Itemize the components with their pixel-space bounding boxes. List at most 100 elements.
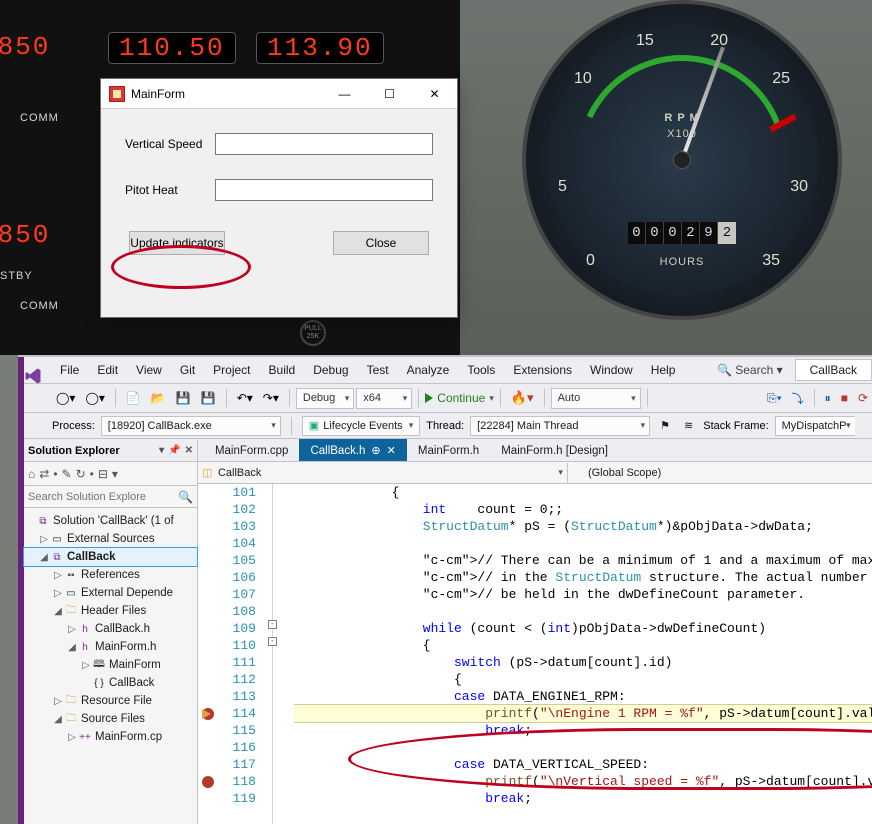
tree-references[interactable]: ▷▪▪References	[24, 566, 197, 584]
solution-search-input[interactable]	[24, 491, 174, 503]
save-icon[interactable]: 💾	[172, 389, 195, 407]
update-indicators-button[interactable]: Update indicators	[129, 231, 225, 255]
editor-tabstrip: MainForm.cpp CallBack.h⊕✕ MainForm.h Mai…	[198, 440, 872, 462]
process-label: Process:	[52, 420, 95, 432]
undo-icon[interactable]: ↶▾	[233, 389, 257, 407]
menu-project[interactable]: Project	[205, 360, 258, 380]
stackframe-dropdown[interactable]: MyDispatchP	[775, 416, 855, 436]
lifecycle-events-dropdown[interactable]: ▣Lifecycle Events	[302, 416, 420, 436]
nav-scope-dropdown[interactable]: (Global Scope)	[568, 463, 872, 483]
tree-mainform-h[interactable]: ◢hMainForm.h	[24, 638, 197, 656]
tree-project-callback[interactable]: ◢⧉CallBack	[24, 548, 197, 566]
menu-file[interactable]: File	[52, 360, 87, 380]
odo-0: 0	[628, 222, 646, 244]
menu-debug[interactable]: Debug	[305, 360, 356, 380]
close-button[interactable]: Close	[333, 231, 429, 255]
step-into-icon[interactable]: ⤵	[788, 388, 808, 409]
tab-callback-h[interactable]: CallBack.h⊕✕	[299, 439, 406, 461]
platform-dropdown[interactable]: x64	[356, 388, 412, 409]
nav-project-dropdown[interactable]: ◫CallBack	[198, 463, 568, 483]
odo-2: 0	[664, 222, 682, 244]
menu-extensions[interactable]: Extensions	[505, 360, 580, 380]
pitot-heat-input[interactable]	[215, 179, 433, 201]
hot-reload-icon[interactable]: 🔥▾	[507, 388, 538, 408]
tree-solution[interactable]: ⧉Solution 'CallBack' (1 of	[24, 512, 197, 530]
menu-build[interactable]: Build	[261, 360, 304, 380]
solution-explorer-panel: Solution Explorer ▾📌✕ ⌂ ⇄ • ✎ ↻ • ⊟ ▾ 🔍 …	[24, 440, 198, 824]
source-code[interactable]: { int count = 0;; StructDatum* pS = (Str…	[294, 484, 872, 824]
solution-search-icon[interactable]: 🔍	[174, 490, 197, 504]
tree-external-sources[interactable]: ▷▭External Sources	[24, 530, 197, 548]
auto-dropdown[interactable]: Auto	[551, 388, 641, 409]
tree-header-files[interactable]: ◢🗀Header Files	[24, 602, 197, 620]
redo-icon[interactable]: ↷▾	[259, 389, 283, 407]
pitot-heat-label: Pitot Heat	[125, 183, 215, 197]
menu-view[interactable]: View	[128, 360, 170, 380]
solution-tree: ⧉Solution 'CallBack' (1 of ▷▭External So…	[24, 508, 197, 750]
tree-source-files[interactable]: ◢🗀Source Files	[24, 710, 197, 728]
solution-explorer-title[interactable]: Solution Explorer ▾📌✕	[24, 440, 197, 462]
tree-callback-h[interactable]: ▷hCallBack.h	[24, 620, 197, 638]
comm-label: COMM	[20, 112, 59, 124]
odo-5: 2	[718, 222, 736, 244]
mainform-window: MainForm — ☐ ✕ Vertical Speed Pitot Heat…	[100, 78, 458, 318]
minimize-button[interactable]: —	[322, 79, 367, 108]
tree-callback-ns[interactable]: { }CallBack	[24, 674, 197, 692]
gauge-x100-label: X100	[526, 128, 838, 140]
open-icon[interactable]: 📂	[147, 389, 170, 407]
tree-mainform-cpp[interactable]: ▷++MainForm.cp	[24, 728, 197, 746]
vertical-speed-input[interactable]	[215, 133, 433, 155]
visual-studio-window: File Edit View Git Project Build Debug T…	[18, 355, 872, 824]
menu-test[interactable]: Test	[359, 360, 397, 380]
stop-icon[interactable]: ■	[837, 389, 852, 407]
flag-icon[interactable]: ⚑	[656, 417, 674, 434]
pull-knob[interactable]: PULL25K	[300, 320, 326, 346]
home-icon[interactable]: ⌂	[28, 467, 35, 481]
tab-mainform-h[interactable]: MainForm.h	[407, 439, 490, 461]
window-menu-icon[interactable]: ▾	[159, 445, 164, 456]
tree-external-deps[interactable]: ▷▭External Depende	[24, 584, 197, 602]
thread-dropdown[interactable]: [22284] Main Thread	[470, 416, 650, 436]
menu-analyze[interactable]: Analyze	[399, 360, 458, 380]
tab-close-icon[interactable]: ✕	[387, 444, 396, 457]
new-item-icon[interactable]: 📄	[122, 389, 145, 407]
maximize-button[interactable]: ☐	[367, 79, 412, 108]
process-dropdown[interactable]: [18920] CallBack.exe	[101, 416, 281, 436]
pause-icon[interactable]: ⏸	[821, 389, 835, 408]
close-panel-icon[interactable]: ✕	[185, 445, 193, 456]
step-over-icon[interactable]: ⎘▾	[763, 389, 786, 408]
glyph-margin[interactable]	[198, 484, 218, 824]
mainform-titlebar[interactable]: MainForm — ☐ ✕	[101, 79, 457, 109]
vs-menu-bar: File Edit View Git Project Build Debug T…	[18, 357, 872, 383]
switch-views-icon[interactable]: ⇄	[39, 467, 49, 481]
menu-window[interactable]: Window	[582, 360, 641, 380]
gauge-rpm-label: R P M	[526, 112, 838, 124]
menu-tools[interactable]: Tools	[459, 360, 503, 380]
outlining-margin[interactable]: - -	[262, 484, 294, 824]
nav-back-button[interactable]: ◯▾	[52, 389, 79, 407]
tree-mainform-class[interactable]: ▷🕮MainForm	[24, 656, 197, 674]
config-dropdown[interactable]: Debug	[296, 388, 354, 409]
radio1-standby-freq2: 113.90	[256, 32, 384, 64]
code-area[interactable]: 1011021031041051061071081091101111121131…	[198, 484, 872, 824]
thread-label: Thread:	[426, 420, 464, 432]
tab-mainform-cpp[interactable]: MainForm.cpp	[204, 439, 300, 461]
pending-changes-icon[interactable]: ✎	[62, 467, 72, 481]
restart-icon[interactable]: ⟳	[854, 389, 872, 407]
close-window-button[interactable]: ✕	[412, 79, 457, 108]
save-all-icon[interactable]: 💾	[197, 389, 220, 407]
menu-edit[interactable]: Edit	[89, 360, 126, 380]
menu-help[interactable]: Help	[643, 360, 684, 380]
menu-git[interactable]: Git	[172, 360, 203, 380]
gauge-tick-5: 5	[558, 178, 567, 196]
tab-pin-icon[interactable]: ⊕	[371, 444, 380, 457]
threads-icon[interactable]: ≋	[680, 417, 697, 434]
continue-button[interactable]: Continue▾	[425, 391, 494, 405]
collapse-icon[interactable]: ⊟	[98, 467, 108, 481]
nav-fwd-button[interactable]: ◯▾	[81, 389, 108, 407]
tree-resource-files[interactable]: ▷🗀Resource File	[24, 692, 197, 710]
vs-search[interactable]: 🔍 Search ▾	[711, 363, 789, 377]
tab-mainform-design[interactable]: MainForm.h [Design]	[490, 439, 619, 461]
pin-icon[interactable]: 📌	[168, 445, 180, 456]
sync-icon[interactable]: ↻	[76, 467, 86, 481]
